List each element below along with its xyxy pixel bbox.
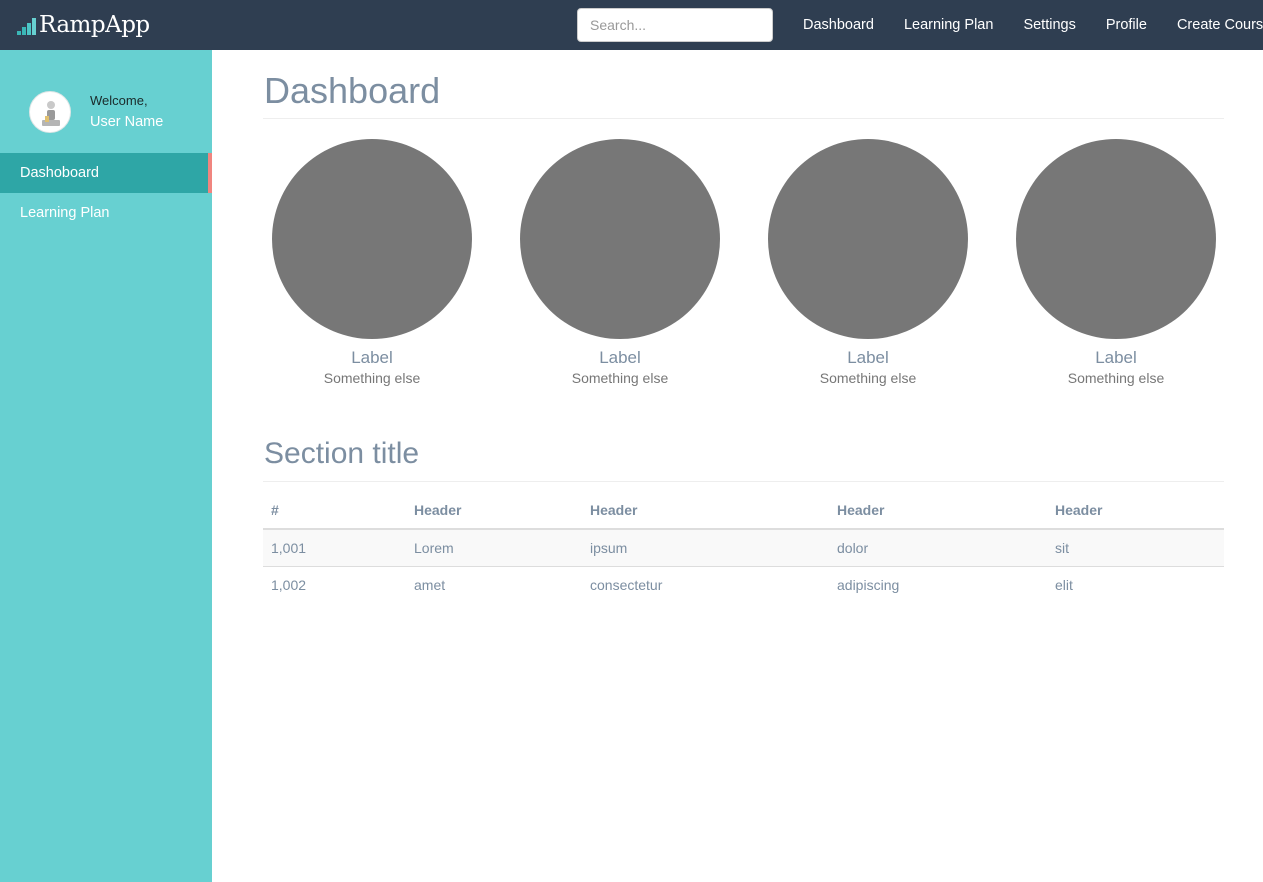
column-header[interactable]: Header: [1047, 492, 1224, 530]
sidebar-item-dashboard[interactable]: Dashoboard: [0, 153, 212, 193]
user-name[interactable]: User Name: [90, 114, 163, 130]
stat-subtext: Something else: [323, 370, 421, 386]
column-header[interactable]: Header: [829, 492, 1047, 530]
title-divider: [263, 118, 1224, 119]
stairs-logo-icon: [17, 18, 36, 35]
stat-subtext: Something else: [1067, 370, 1165, 386]
table-cell: 1,002: [263, 565, 406, 603]
sidebar: Welcome, User Name Dashoboard Learning P…: [0, 50, 212, 882]
stat-subtext: Something else: [571, 370, 669, 386]
section-title: Section title: [264, 437, 420, 470]
avatar-figure-icon: [42, 101, 60, 126]
stat-card: Label Something else: [768, 139, 968, 386]
stat-subtext: Something else: [819, 370, 917, 386]
stat-card: Label Something else: [1016, 139, 1216, 386]
section-divider: [263, 481, 1224, 482]
data-table: # Header Header Header Header 1,001 Lore…: [263, 492, 1224, 603]
stat-label: Label: [351, 348, 393, 367]
table-cell: 1,001: [271, 539, 307, 556]
table-header-row: # Header Header Header Header: [263, 492, 1224, 530]
stat-label: Label: [847, 348, 889, 367]
brand-name: RampApp: [39, 12, 150, 38]
table-cell: adipiscing: [829, 565, 1047, 603]
page-title: Dashboard: [264, 70, 441, 111]
table-row[interactable]: 1,001 Lorem ipsum dolor sit: [263, 529, 1224, 566]
stat-card: Label Something else: [272, 139, 472, 386]
column-header[interactable]: Header: [406, 492, 582, 530]
stat-placeholder-circle: [272, 139, 472, 339]
nav-learning-plan[interactable]: Learning Plan: [889, 0, 1009, 50]
stat-placeholder-circle: [768, 139, 968, 339]
table-cell: sit: [1055, 539, 1069, 556]
main-nav: Dashboard Learning Plan Settings Profile…: [788, 0, 1263, 50]
table-cell: ipsum: [590, 539, 628, 556]
table-cell: consectetur: [582, 565, 829, 603]
table-cell: Lorem: [414, 539, 454, 556]
user-avatar-icon[interactable]: [29, 91, 71, 133]
welcome-text: Welcome,: [90, 93, 148, 108]
nav-dashboard[interactable]: Dashboard: [788, 0, 889, 50]
stat-card: Label Something else: [520, 139, 720, 386]
stat-label: Label: [1095, 348, 1137, 367]
top-navbar: RampApp Dashboard Learning Plan Settings…: [0, 0, 1263, 50]
stat-label: Label: [599, 348, 641, 367]
nav-create-course[interactable]: Create Course: [1162, 0, 1263, 50]
table-row[interactable]: 1,002 amet consectetur adipiscing elit: [263, 565, 1224, 603]
stat-placeholder-circle: [520, 139, 720, 339]
sidebar-item-learning-plan[interactable]: Learning Plan: [0, 193, 212, 233]
table-cell: dolor: [837, 539, 869, 556]
column-header[interactable]: Header: [582, 492, 829, 530]
stat-placeholder-circle: [1016, 139, 1216, 339]
table-cell: amet: [406, 565, 582, 603]
column-header-number[interactable]: #: [263, 492, 406, 530]
brand-logo[interactable]: RampApp: [16, 10, 150, 40]
table-cell: elit: [1047, 565, 1224, 603]
nav-settings[interactable]: Settings: [1008, 0, 1090, 50]
nav-profile[interactable]: Profile: [1091, 0, 1162, 50]
search-input[interactable]: [577, 8, 773, 42]
